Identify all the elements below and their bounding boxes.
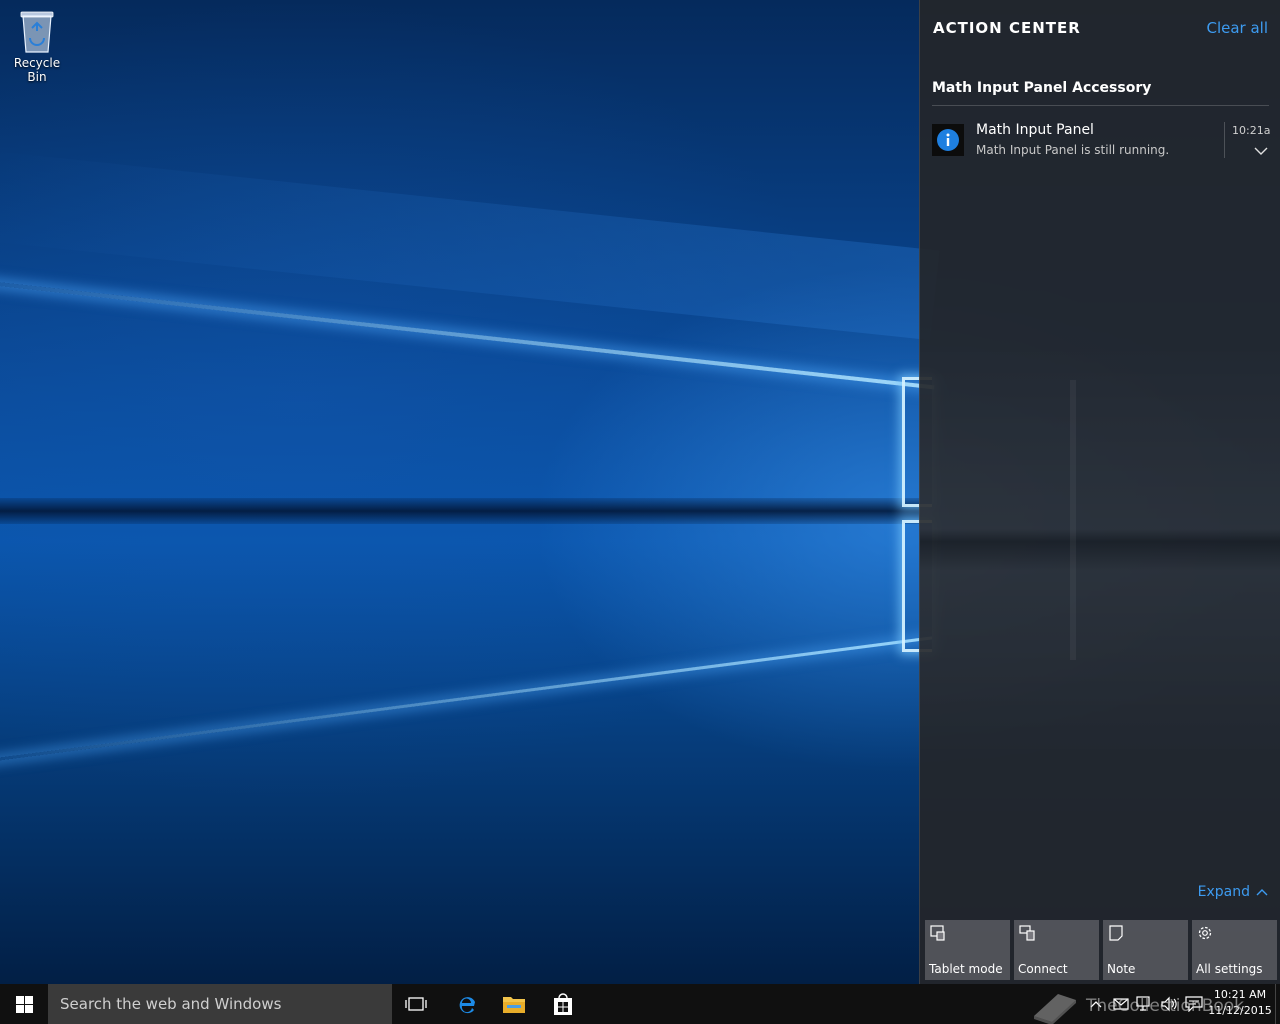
start-button[interactable] [0,984,48,1024]
taskbar-search-input[interactable]: Search the web and Windows [48,984,392,1024]
tray-mail[interactable] [1110,984,1132,1024]
tray-action-center[interactable] [1182,984,1206,1024]
taskbar: Search the web and Windows 10:21 AM 11/1… [0,984,1280,1024]
edge-icon [459,997,475,1014]
panel-background [1070,380,1270,660]
notification-body: Math Input Panel is still running. [976,143,1170,157]
file-explorer-button[interactable] [490,984,538,1024]
clock-date: 11/12/2015 [1208,1004,1272,1017]
gear-icon [1198,926,1212,940]
mail-icon [1113,998,1129,1010]
recycle-bin-icon [20,11,54,53]
windows-logo-icon [15,995,33,1013]
wallpaper-light [0,150,940,341]
quick-action-tablet-mode[interactable]: Tablet mode [925,920,1010,980]
quick-action-label: All settings [1196,962,1263,976]
chevron-up-icon [1090,1001,1102,1008]
wallpaper-beam [0,636,933,763]
notification-item[interactable]: Math Input Panel Math Input Panel is sti… [932,120,1271,160]
wallpaper-shadow [0,498,920,524]
tablet-mode-icon [930,925,945,941]
quick-action-label: Note [1107,962,1136,976]
expand-label: Expand [1197,884,1250,900]
network-icon [1136,996,1150,1011]
divider [1224,122,1225,158]
notification-time: 10:21a [1232,124,1271,137]
volume-icon [1161,996,1177,1012]
show-desktop-button[interactable] [1275,984,1280,1024]
chevron-up-icon [1256,889,1268,896]
tray-volume[interactable] [1158,984,1180,1024]
edge-button[interactable] [442,984,490,1024]
clock-time: 10:21 AM [1213,988,1267,1001]
action-center-panel: ACTION CENTER Clear all Math Input Panel… [919,0,1280,984]
action-center-icon [1185,996,1203,1012]
chevron-down-icon[interactable] [1254,146,1268,156]
action-center-title: ACTION CENTER [933,19,1081,37]
desktop-icon-label: Recycle Bin [13,56,61,84]
notification-group-header[interactable]: Math Input Panel Accessory [932,80,1269,106]
quick-action-connect[interactable]: Connect [1014,920,1099,980]
tray-network[interactable] [1134,984,1156,1024]
info-icon [932,124,964,156]
clear-all-link[interactable]: Clear all [1206,19,1268,37]
quick-action-note[interactable]: Note [1103,920,1188,980]
taskbar-clock[interactable]: 10:21 AM 11/12/2015 [1208,987,1272,1019]
file-explorer-icon [503,997,525,1013]
connect-icon [1019,925,1035,941]
store-button[interactable] [539,984,587,1024]
quick-action-label: Connect [1018,962,1068,976]
expand-button[interactable]: Expand [1198,884,1268,900]
task-view-button[interactable] [392,984,440,1024]
show-hidden-icons-button[interactable] [1086,984,1106,1024]
quick-actions: Tablet mode Connect Note All settings [925,920,1277,980]
store-icon [554,993,572,1015]
note-icon [1109,925,1123,941]
quick-action-label: Tablet mode [929,962,1003,976]
quick-action-all-settings[interactable]: All settings [1192,920,1277,980]
task-view-icon [405,997,427,1011]
notification-title: Math Input Panel [976,122,1094,138]
desktop-icon-recycle-bin[interactable]: Recycle Bin [4,8,70,84]
